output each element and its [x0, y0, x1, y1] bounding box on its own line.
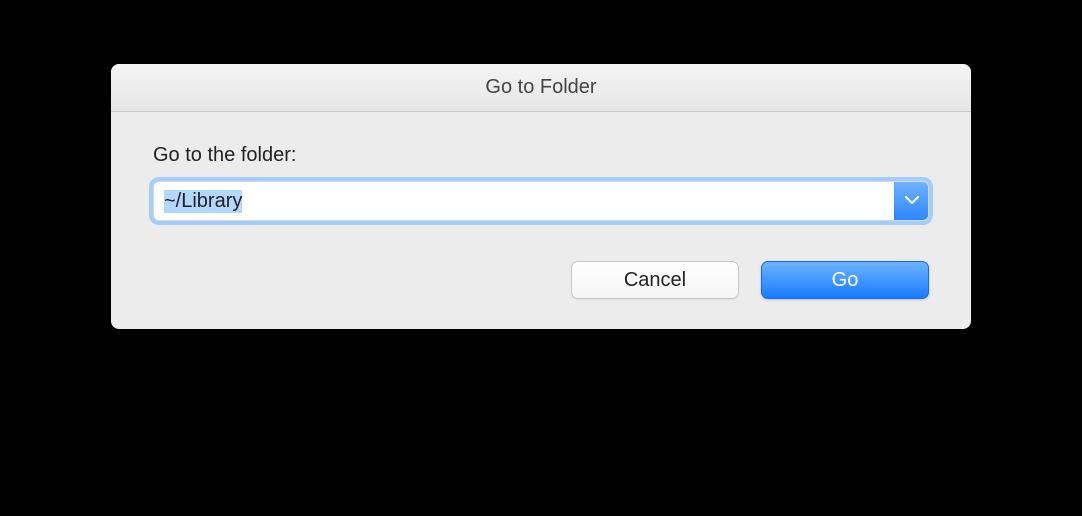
button-row: Cancel Go	[153, 261, 929, 299]
go-button[interactable]: Go	[761, 261, 929, 299]
path-input-text: ~/Library	[164, 190, 242, 213]
titlebar: Go to Folder	[111, 64, 971, 112]
go-to-folder-dialog: Go to Folder Go to the folder: ~/Library…	[111, 64, 971, 329]
go-button-label: Go	[832, 269, 859, 292]
path-input[interactable]: ~/Library	[154, 182, 894, 220]
path-field-label: Go to the folder:	[153, 144, 929, 167]
dialog-title: Go to Folder	[485, 76, 596, 99]
cancel-button-label: Cancel	[624, 269, 686, 292]
path-combobox[interactable]: ~/Library	[153, 181, 929, 221]
dialog-body: Go to the folder: ~/Library Cancel Go	[111, 112, 971, 329]
chevron-down-icon	[905, 192, 919, 210]
cancel-button[interactable]: Cancel	[571, 261, 739, 299]
path-dropdown-button[interactable]	[894, 182, 928, 220]
